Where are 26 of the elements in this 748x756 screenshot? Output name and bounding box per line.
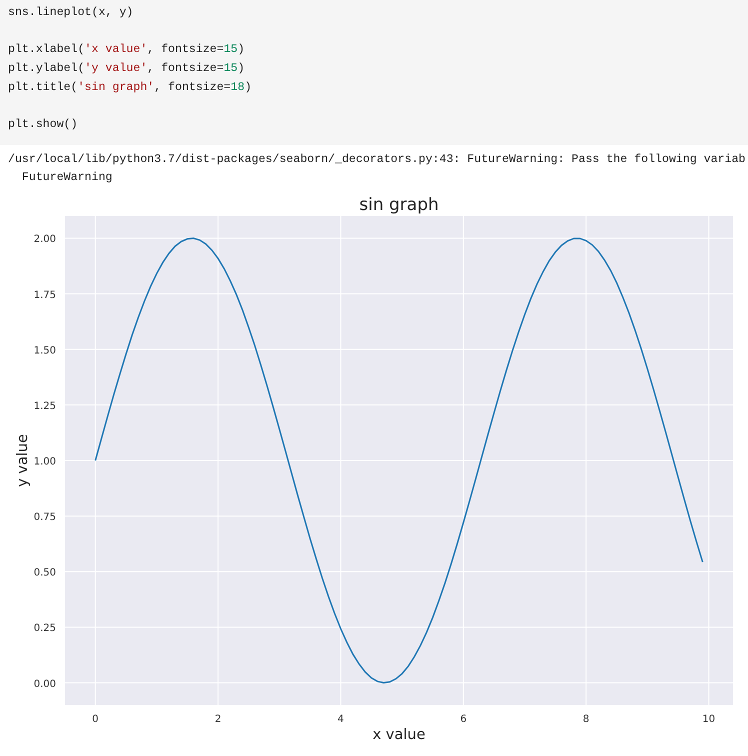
code-cell[interactable]: sns.lineplot(x, y) plt.xlabel('x value', fontsize=15) plt.ylabel('y value', fontsize=15) plt.title('sin graph', fontsize=18) plt.show() — [0, 0, 748, 145]
x-tick-label: 10 — [702, 714, 716, 725]
y-tick-label: 2.00 — [34, 234, 56, 246]
y-tick-label: 0.50 — [34, 568, 56, 579]
y-tick-label: 0.25 — [34, 623, 56, 634]
y-tick-label: 1.00 — [34, 456, 56, 468]
y-tick-label: 1.25 — [34, 400, 56, 412]
x-tick-label: 4 — [338, 714, 344, 725]
x-axis-label: x value — [372, 726, 426, 743]
y-tick-label: 1.75 — [34, 290, 56, 301]
y-tick-label: 1.50 — [34, 345, 56, 356]
y-tick-label: 0.75 — [34, 512, 56, 523]
chart-title: sin graph — [359, 194, 439, 215]
y-axis-label: y value — [15, 434, 31, 487]
warning-text: /usr/local/lib/python3.7/dist-packages/seaborn/_decorators.py:43: FutureWarning: Pass the following variab — [7, 152, 746, 168]
x-tick-label: 0 — [92, 714, 99, 725]
code-line: sns.lineplot(x, y) — [8, 5, 134, 21]
warning-text: FutureWarning — [20, 170, 114, 186]
code-line: plt.title('sin graph', fontsize=18) — [8, 80, 253, 96]
y-tick-label: 0.00 — [34, 678, 56, 690]
x-tick-label: 8 — [582, 714, 590, 725]
code-line: plt.ylabel('y value', fontsize=15) — [8, 61, 246, 78]
x-tick-label: 6 — [460, 714, 467, 725]
code-line: plt.xlabel('x value', fontsize=15) — [8, 42, 246, 58]
code-line: plt.show() — [8, 117, 79, 134]
x-tick-label: 2 — [214, 714, 222, 725]
